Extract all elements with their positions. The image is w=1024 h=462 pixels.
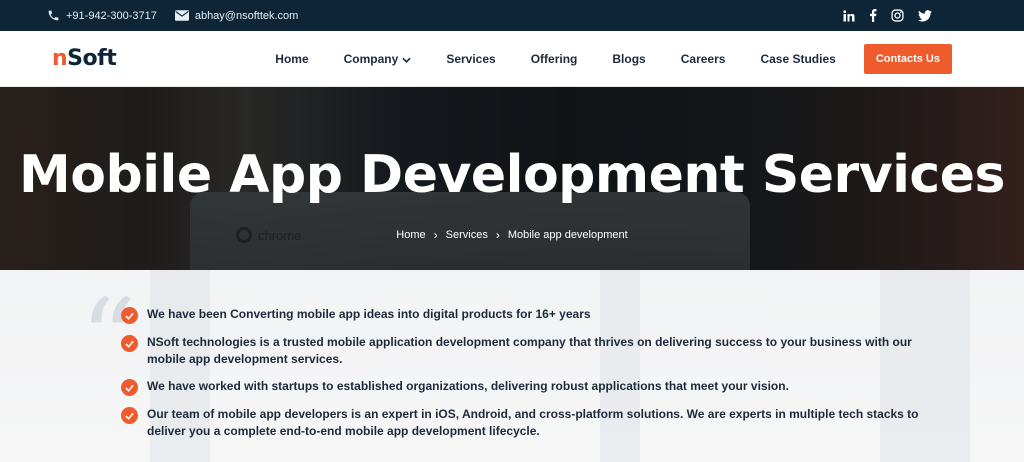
phone-number: +91-942-300-3717 [66,9,157,22]
list-item: NSoft technologies is a trusted mobile a… [121,334,931,368]
chevron-right-icon: › [433,228,438,242]
phone-contact[interactable]: +91-942-300-3717 [47,9,157,22]
hero-banner: chrome Mobile App Development Services H… [0,87,1024,270]
top-contact-bar: +91-942-300-3717 abhay@nsofttek.com [0,0,1024,31]
check-icon [121,379,138,396]
benefit-list: We have been Converting mobile app ideas… [121,306,931,450]
check-icon [121,335,138,352]
nav-offering[interactable]: Offering [531,52,578,66]
nav-menu: Home Company Services Offering Blogs Car… [275,43,952,74]
twitter-icon[interactable] [918,9,932,22]
social-links [843,9,932,22]
list-item-text: NSoft technologies is a trusted mobile a… [147,335,912,366]
email-address: abhay@nsofttek.com [194,9,299,22]
nav-home[interactable]: Home [275,52,308,66]
nav-case-studies[interactable]: Case Studies [760,52,835,66]
contact-us-button[interactable]: Contacts Us [863,43,952,74]
chevron-down-icon [402,52,412,66]
facebook-icon[interactable] [869,9,877,22]
logo-text: Soft [67,46,117,71]
email-contact[interactable]: abhay@nsofttek.com [174,9,299,22]
mail-icon [174,10,189,21]
nsoft-logo[interactable]: nSoft [52,46,117,71]
nav-careers[interactable]: Careers [681,52,726,66]
page-title: Mobile App Development Services [19,145,1005,205]
nav-services[interactable]: Services [446,52,495,66]
breadcrumb: Home › Services › Mobile app development [0,228,1024,242]
linkedin-icon[interactable] [843,9,855,22]
breadcrumb-current: Mobile app development [507,229,628,241]
breadcrumb-services[interactable]: Services [446,229,488,241]
nav-company-label: Company [343,51,399,66]
breadcrumb-home[interactable]: Home [396,229,425,241]
nav-company[interactable]: Company [344,52,412,66]
intro-section: “ We have been Converting mobile app ide… [0,270,1024,462]
list-item: We have worked with startups to establis… [121,378,931,396]
contact-info: +91-942-300-3717 abhay@nsofttek.com [47,9,298,22]
logo-letter-n: n [52,46,68,71]
list-item-text: We have been Converting mobile app ideas… [147,307,591,321]
list-item: Our team of mobile app developers is an … [121,406,931,440]
instagram-icon[interactable] [891,9,904,22]
check-icon [121,407,138,424]
list-item-text: We have worked with startups to establis… [147,379,789,393]
list-item-text: Our team of mobile app developers is an … [147,407,919,438]
main-navbar: nSoft Home Company Services Offering Blo… [0,31,1024,87]
check-icon [121,307,138,324]
list-item: We have been Converting mobile app ideas… [121,306,931,324]
chevron-right-icon: › [495,228,500,242]
nav-blogs[interactable]: Blogs [612,52,645,66]
phone-icon [47,9,60,22]
